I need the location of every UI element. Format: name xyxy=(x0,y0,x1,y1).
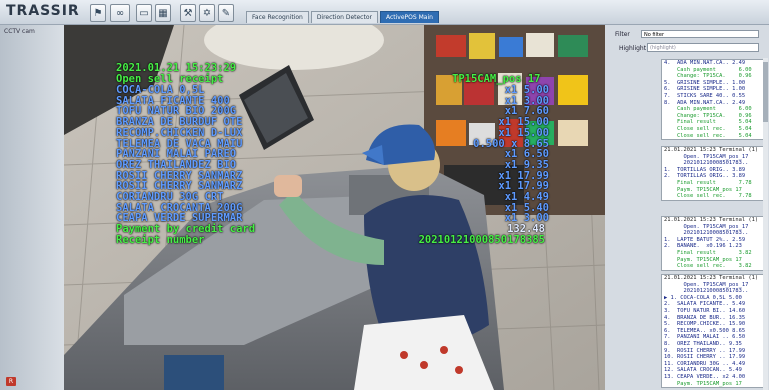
log-scrollbar[interactable] xyxy=(763,58,768,390)
view-tabs: Face Recognition Direction Detector Acti… xyxy=(246,11,439,24)
receipt-line: Paym. TP15CAM_pos 17 xyxy=(664,186,742,193)
wrench-icon[interactable]: ⚒ xyxy=(180,4,196,22)
link-icon[interactable]: ∞ xyxy=(110,4,130,22)
receipt-line: ▶ 1. COCA-COLA 0,5L 5.00 xyxy=(664,294,742,301)
receipt-line: Close sell rec. 5.04 xyxy=(664,132,752,139)
receipt-line: 1. LAPTE BATUT 2%.. 2.59 xyxy=(664,236,746,243)
tab-direction-detector[interactable]: Direction Detector xyxy=(310,11,378,23)
camera-video-view[interactable]: 2021.01.21 15:23:29 Open sell receipt TP… xyxy=(64,25,605,390)
receipt-line: Final result 7.78 xyxy=(664,179,752,186)
trassir-logo: TRASSIR xyxy=(6,3,80,19)
overlay-item-name: RECOMP.CHICKEN D-LUX xyxy=(116,126,243,139)
overlay-item-names: COCA-COLA 0,5L SALATA FICANTE 400 TOFU NAT… xyxy=(116,85,242,224)
receipt-line: 11. CORIANDRU 30G .. 4.49 xyxy=(664,360,746,367)
grid-icon[interactable]: ▦ xyxy=(155,4,171,22)
overlay-receipt-number: 20210121000850178385 xyxy=(418,234,545,246)
receipt-line: 1. TORTILLAS ORIG.. 3.89 xyxy=(664,166,746,173)
tab-face-recognition[interactable]: Face Recognition xyxy=(246,11,309,23)
overlay-item-qty: x1 15.00 xyxy=(498,126,549,139)
receipt-card[interactable]: 4. ADA MIN.NAT.CA.. 2.49 Cash payment 6.… xyxy=(661,59,765,141)
receipt-line: Open. TP15CAM_pos_17 xyxy=(664,153,749,160)
receipt-line: Open. TP15CAM_pos_17 xyxy=(664,223,749,230)
filter-bar: Filter No filter Highlight (highlight) xyxy=(605,28,769,58)
receipt-line: Paym. TP15CAM_pos 17 xyxy=(664,380,742,387)
overlay-receipt-label: Receipt number xyxy=(116,234,205,246)
receipt-line: Cash payment 6.00 xyxy=(664,66,752,73)
chat-icon[interactable]: ▭ xyxy=(136,4,152,22)
left-panel-label: CCTV cam xyxy=(4,28,35,35)
receipt-line: 4. BRANZA DE BUR.. 16.35 xyxy=(664,314,746,321)
receipt-line: Paym. TP15CAM_pos 17 xyxy=(664,256,742,263)
receipt-line: 7. STICKS SARE 40.. 0.55 xyxy=(664,92,746,99)
filter-label: Filter xyxy=(615,31,630,38)
receipt-line: 2. BANANE. x0.196 1.23 xyxy=(664,243,742,250)
receipt-line: Open. TP15CAM_pos_17 xyxy=(664,281,749,288)
puzzle-icon[interactable]: ✡ xyxy=(199,4,215,22)
receipt-line: 9. ROSII CHERRY .. 17.99 xyxy=(664,347,746,354)
highlight-input[interactable]: (highlight) xyxy=(647,43,759,52)
top-toolbar: TRASSIR ⚑ ∞ ▭ ▦ ⚒ ✡ ✎ Face Recognition D… xyxy=(0,0,769,25)
receipt-line: 7. PANZANI MALAI .. 6.50 xyxy=(664,334,746,341)
receipt-card-header: 21.01.2021 15:23 Terminal (1) xyxy=(664,147,759,153)
receipt-line: 202101210008501783.. xyxy=(664,288,749,295)
receipt-line: 8. ADA MIN.NAT.CA.. 2.49 xyxy=(664,99,746,106)
receipt-line: Close sell rec. 7.78 xyxy=(664,193,752,200)
edit-icon[interactable]: ✎ xyxy=(218,4,234,22)
receipt-line: Close sell rec. 5.04 xyxy=(664,125,752,132)
highlight-label: Highlight xyxy=(619,45,647,52)
receipt-card[interactable]: 21.01.2021 15:23 Terminal (1) Open. TP15… xyxy=(661,216,765,271)
receipt-line: Change: TP15CA. 0.96 xyxy=(664,112,752,119)
receipt-card[interactable]: 21.01.2021 15:23 Terminal (1) Open. TP15… xyxy=(661,146,765,201)
receipt-line: Final result 3.82 xyxy=(664,249,752,256)
receipt-line: Final result 5.04 xyxy=(664,119,752,126)
filter-select[interactable]: No filter xyxy=(641,30,759,38)
bell-icon[interactable]: ⚑ xyxy=(90,4,106,22)
receipt-card-header: 21.01.2021 15:23 Terminal (1) xyxy=(664,217,759,223)
receipt-line: 202101210008501783.. xyxy=(664,160,749,167)
receipt-line: 4. ADA MIN.NAT.CA.. 2.49 xyxy=(664,60,746,66)
receipt-line: 5. GRISINE SIMPLE.. 1.00 xyxy=(664,79,746,86)
receipt-card-header: 21.01.2021 15:23 Terminal (1) xyxy=(664,275,759,281)
tab-activepos-main[interactable]: ActivePOS Main xyxy=(379,11,439,23)
receipt-line: 8. OREZ THAILAND.. 9.35 xyxy=(664,340,742,347)
receipt-line: 5. RECOMP.CHICKE.. 15.90 xyxy=(664,321,746,328)
receipt-line: 2. TORTILLAS ORIG.. 3.89 xyxy=(664,173,746,180)
receipt-line: Cash payment 6.00 xyxy=(664,106,752,113)
receipt-line: Change: TP15CA. 0.96 xyxy=(664,73,752,80)
receipt-card[interactable]: 21.01.2021 15:23 Terminal (1) Open. TP15… xyxy=(661,274,765,389)
receipt-line: 6. TELEMEA.. x0.500 8.65 xyxy=(664,327,746,334)
receipt-line: 6. GRISINE SIMPLE.. 1.00 xyxy=(664,86,746,93)
receipt-line: 2. SALATA FICANTE.. 5.49 xyxy=(664,301,746,308)
receipt-log-panel: Filter No filter Highlight (highlight) 4… xyxy=(605,25,769,390)
receipt-line: Close sell rec. 3.82 xyxy=(664,263,752,270)
receipt-line: 3. TOFU NATUR BI.. 14.60 xyxy=(664,307,746,314)
overlay-item-qtys: x1 5.00 x1 3.00 x1 7.60 x1 15.00 x1 15.00 0.5… xyxy=(473,85,549,224)
scrollbar-thumb[interactable] xyxy=(763,62,768,122)
left-panel: CCTV cam R xyxy=(0,25,64,390)
status-badge[interactable]: R xyxy=(6,377,16,386)
receipt-line: 202101210008501783.. xyxy=(664,230,749,237)
receipt-line: 10. ROSII CHERRY .. 17.99 xyxy=(664,354,746,361)
receipt-line: 13. CEAPA VERDE.. x2 4.00 xyxy=(664,373,746,380)
receipt-line: 12. SALATA CROCAN.. 5.49 xyxy=(664,367,742,374)
